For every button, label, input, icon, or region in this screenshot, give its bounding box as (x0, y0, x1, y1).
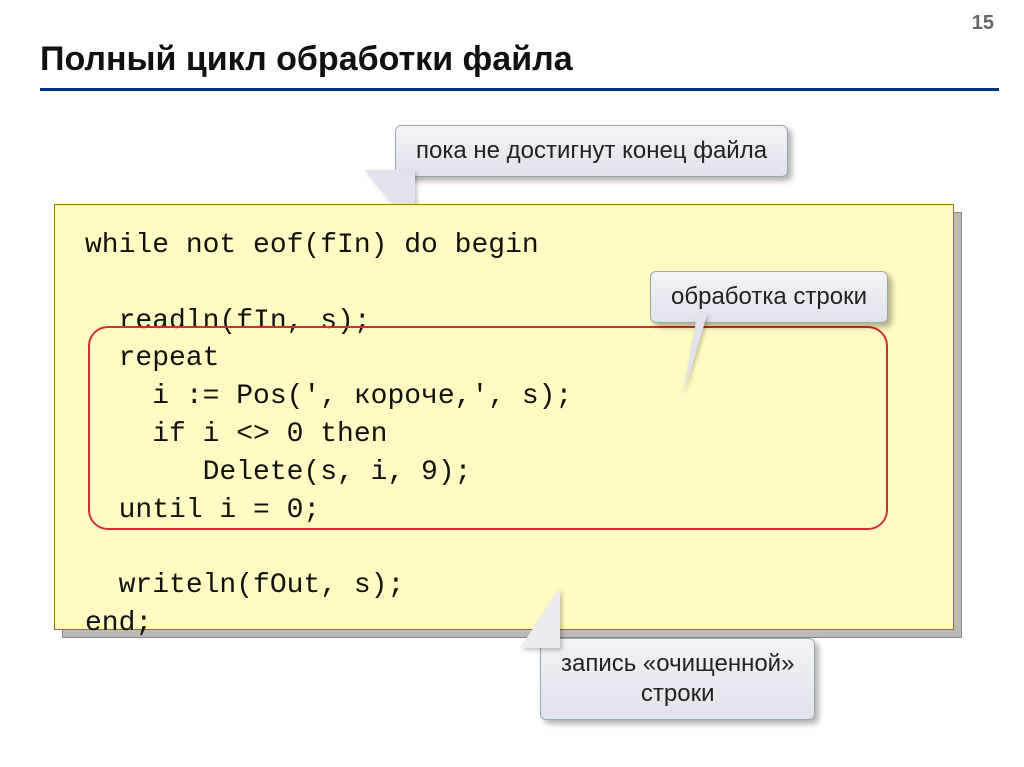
code-line: i := Pos(', короче,', s); (85, 381, 572, 412)
callout-process: обработка строки (650, 271, 888, 323)
callout-eof: пока не достигнут конец файла (395, 125, 788, 177)
callout-text: обработка строки (650, 271, 888, 323)
callout-text: запись «очищенной» строки (540, 638, 815, 720)
code-line: readln(fIn, s); (85, 306, 371, 337)
code-line: if i <> 0 then (85, 419, 387, 450)
code-line: repeat (85, 343, 219, 374)
slide-title: Полный цикл обработки файла (40, 40, 573, 79)
page-number: 15 (972, 12, 994, 35)
code-line: Delete(s, i, 9); (85, 457, 471, 488)
title-underline (40, 88, 999, 91)
code-line: end; (85, 608, 152, 639)
code-line: while not eof(fIn) do begin (85, 230, 539, 261)
code-line: until i = 0; (85, 495, 320, 526)
callout-write: запись «очищенной» строки (540, 638, 815, 720)
code-line: writeln(fOut, s); (85, 570, 404, 601)
callout-text: пока не достигнут конец файла (395, 125, 788, 177)
callout-tail-icon (520, 588, 560, 648)
code-block: while not eof(fIn) do begin readln(fIn, … (54, 204, 954, 630)
